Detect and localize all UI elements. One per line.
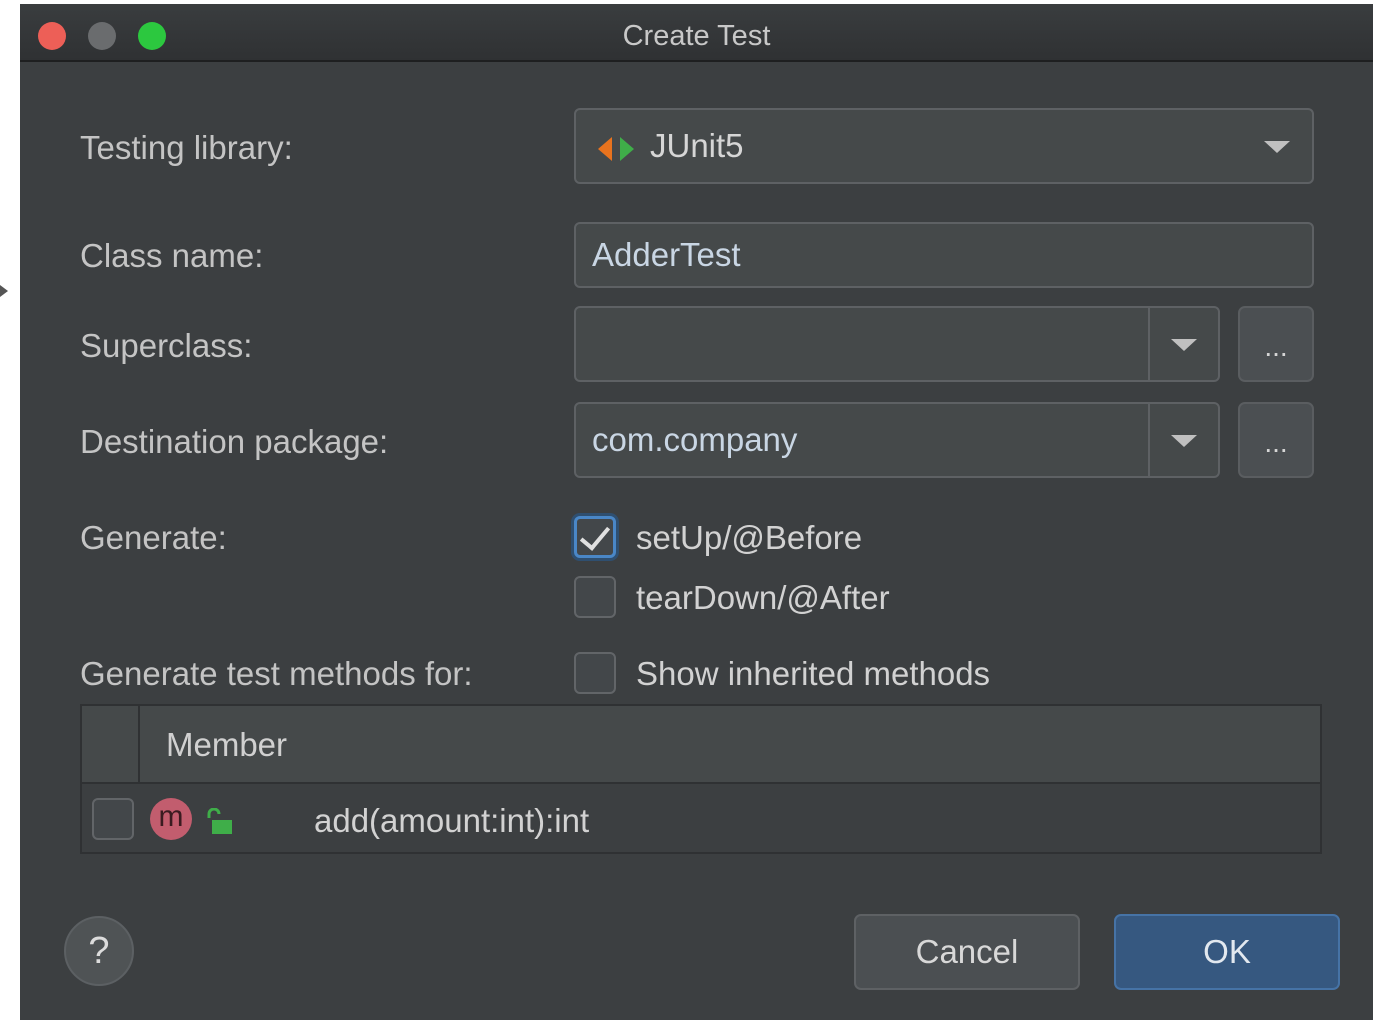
window-title: Create Test [622,20,771,52]
superclass-combo[interactable] [574,306,1220,382]
superclass-label: Superclass: [80,327,253,364]
show-inherited-checkbox[interactable] [574,652,616,694]
create-test-dialog: Create Test Testing library: JUnit5 Clas… [20,4,1373,1020]
chevron-down-icon [1171,339,1197,351]
member-column-header[interactable]: Member [166,726,287,764]
junit-icon [598,137,634,161]
help-button[interactable]: ? [64,916,134,986]
checkmark-icon [579,519,611,551]
destination-package-browse-button[interactable]: ... [1238,402,1314,478]
superclass-browse-button[interactable]: ... [1238,306,1314,382]
chevron-down-icon [1171,435,1197,447]
member-signature: add(amount:int):int [314,802,590,839]
class-name-label: Class name: [80,237,264,274]
testing-library-value: JUnit5 [650,127,744,164]
destination-package-value: com.company [592,421,798,458]
table-row[interactable]: m add(amount:int):int [82,784,1320,854]
superclass-dropdown-button[interactable] [1148,308,1218,380]
class-name-value: AdderTest [592,236,741,273]
members-table: Member m add(amount:int):int [80,704,1322,854]
chevron-down-icon [1264,141,1290,153]
testing-library-select[interactable]: JUnit5 [574,108,1314,184]
setup-checkbox[interactable] [574,516,616,558]
testing-library-label: Testing library: [80,129,293,166]
cancel-button[interactable]: Cancel [854,914,1080,990]
teardown-checkbox[interactable] [574,576,616,618]
destination-package-dropdown-button[interactable] [1148,404,1218,476]
destination-package-label: Destination package: [80,423,389,460]
table-header: Member [82,706,1320,784]
member-checkbox[interactable] [92,798,134,840]
setup-checkbox-label: setUp/@Before [636,519,863,556]
class-name-input[interactable]: AdderTest [574,222,1314,288]
destination-package-combo[interactable]: com.company [574,402,1220,478]
public-unlock-icon [207,808,232,834]
edge-arrow-icon [0,285,8,297]
ok-button[interactable]: OK [1114,914,1340,990]
column-divider [138,706,140,782]
generate-methods-label: Generate test methods for: [80,655,473,692]
show-inherited-label: Show inherited methods [636,655,991,692]
generate-label: Generate: [80,519,227,556]
method-icon: m [150,798,192,840]
title-bar: Create Test [20,4,1373,62]
teardown-checkbox-label: tearDown/@After [636,579,890,616]
